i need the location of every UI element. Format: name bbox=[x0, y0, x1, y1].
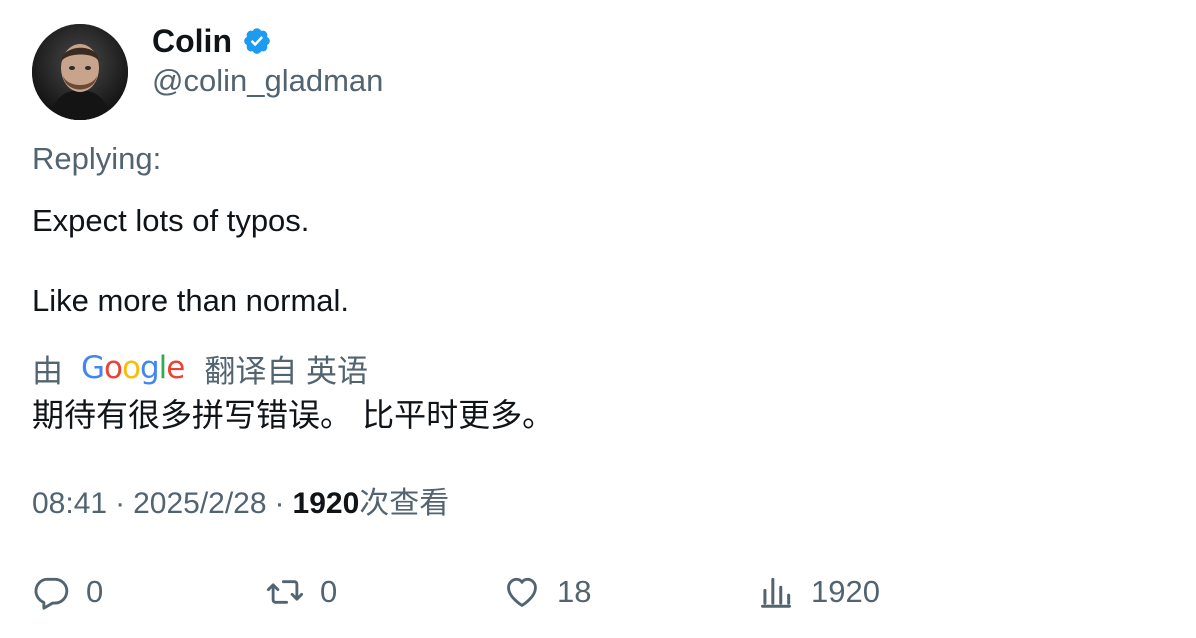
tweet-text-line-1: Expect lots of typos. bbox=[32, 203, 310, 238]
views-count: 1920 bbox=[292, 487, 360, 520]
google-logo-letter: l bbox=[158, 350, 168, 386]
retweet-button[interactable]: 0 bbox=[266, 572, 337, 612]
avatar-image bbox=[32, 24, 128, 120]
google-logo-letter: o bbox=[122, 350, 141, 386]
tweet-text-line-2: Like more than normal. bbox=[32, 283, 350, 318]
retweet-icon bbox=[266, 573, 304, 611]
meta-separator: · bbox=[274, 487, 285, 520]
reply-count: 0 bbox=[86, 574, 104, 609]
views-action-count: 1920 bbox=[811, 574, 880, 609]
heart-icon bbox=[503, 573, 541, 611]
analytics-icon bbox=[757, 573, 795, 611]
google-logo-letter: g bbox=[139, 350, 160, 386]
tweet-meta: 08:41 · 2025/2/28 · 1920 次查看 bbox=[32, 484, 449, 524]
like-button[interactable]: 18 bbox=[503, 572, 591, 612]
tweet-time[interactable]: 08:41 bbox=[32, 484, 107, 524]
google-logo-letter: G bbox=[81, 350, 105, 386]
author-handle[interactable]: @colin_gladman bbox=[152, 62, 383, 100]
views-label: 次查看 bbox=[359, 487, 450, 520]
translation-attribution: 由 Google 翻译自 英语 bbox=[32, 348, 368, 389]
translated-by-label: 由 bbox=[32, 353, 63, 389]
like-count: 18 bbox=[557, 574, 592, 609]
translated-text: 期待有很多拼写错误。 比平时更多。 bbox=[32, 396, 555, 434]
avatar[interactable] bbox=[32, 24, 128, 120]
google-logo-letter: e bbox=[166, 350, 185, 386]
author-name[interactable]: Colin bbox=[152, 22, 232, 60]
meta-separator: · bbox=[115, 487, 126, 520]
google-logo-letter: o bbox=[104, 350, 123, 386]
author-name-row[interactable]: Colin bbox=[152, 22, 272, 60]
translated-from-label: 翻译自 英语 bbox=[204, 353, 368, 389]
replying-label: Replying: bbox=[32, 141, 162, 176]
retweet-count: 0 bbox=[320, 574, 338, 609]
tweet-date[interactable]: 2025/2/28 bbox=[133, 484, 266, 524]
verified-badge-icon bbox=[242, 26, 272, 56]
reply-icon bbox=[32, 573, 70, 611]
google-logo: Google bbox=[81, 350, 185, 386]
views-button[interactable]: 1920 bbox=[757, 572, 880, 612]
reply-button[interactable]: 0 bbox=[32, 572, 103, 612]
